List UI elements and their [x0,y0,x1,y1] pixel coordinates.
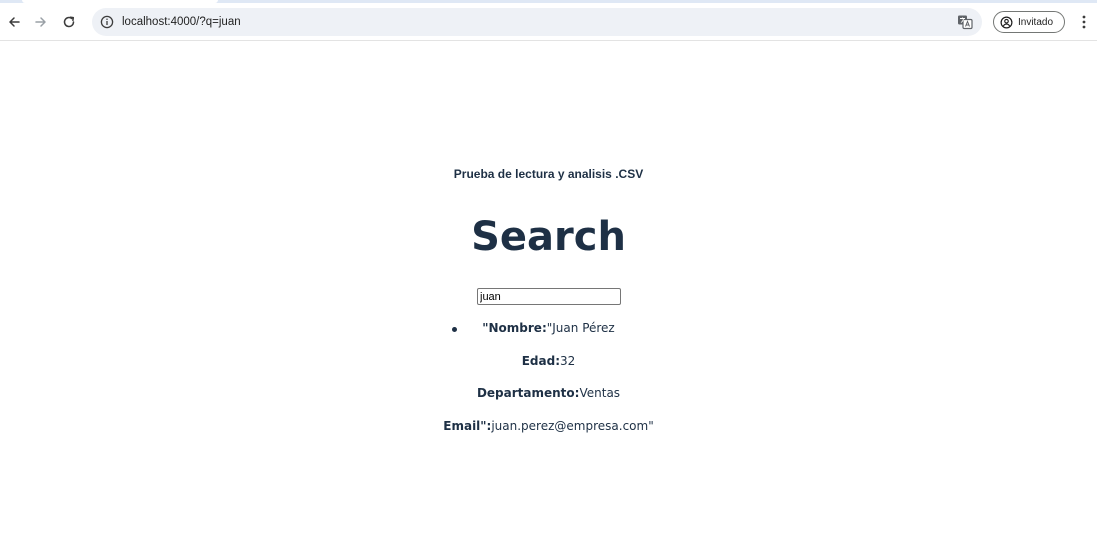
back-button[interactable] [4,12,24,32]
search-input[interactable] [477,288,621,305]
address-bar[interactable]: localhost:4000/?q=juan [92,8,982,36]
field-label: "Nombre: [482,321,547,335]
browser-toolbar: localhost:4000/?q=juan Invitado [0,3,1097,41]
field-email: Email":juan.perez@empresa.com" [0,419,1097,433]
field-value: 32 [560,354,576,368]
page-content: Prueba de lectura y analisis .CSV Search… [0,41,1097,555]
url-text[interactable]: localhost:4000/?q=juan [122,8,241,36]
profile-button[interactable]: Invitado [993,11,1065,33]
field-edad: Edad:32 [0,354,1097,368]
kebab-menu-icon [1082,15,1086,29]
browser-menu-button[interactable] [1076,14,1092,30]
reload-icon [63,16,75,28]
field-label: Departamento: [476,386,580,400]
page-subtitle: Prueba de lectura y analisis .CSV [453,167,644,181]
forward-arrow-icon [35,17,46,27]
profile-icon [1000,16,1013,28]
back-arrow-icon [9,17,20,27]
field-label: Email": [443,419,492,433]
field-value: Ventas [579,386,621,400]
forward-button[interactable] [31,12,51,32]
reload-button[interactable] [59,12,79,32]
profile-label: Invitado [1018,16,1054,28]
field-value: "Juan Pérez [546,321,615,335]
page-title: Search [471,214,626,260]
field-label: Edad: [521,354,560,368]
field-departamento: Departamento:Ventas [0,386,1097,400]
translate-icon[interactable] [956,13,974,31]
info-icon[interactable] [99,14,115,30]
field-nombre: "Nombre:"Juan Pérez [0,321,1097,335]
field-value: juan.perez@empresa.com" [491,419,654,433]
